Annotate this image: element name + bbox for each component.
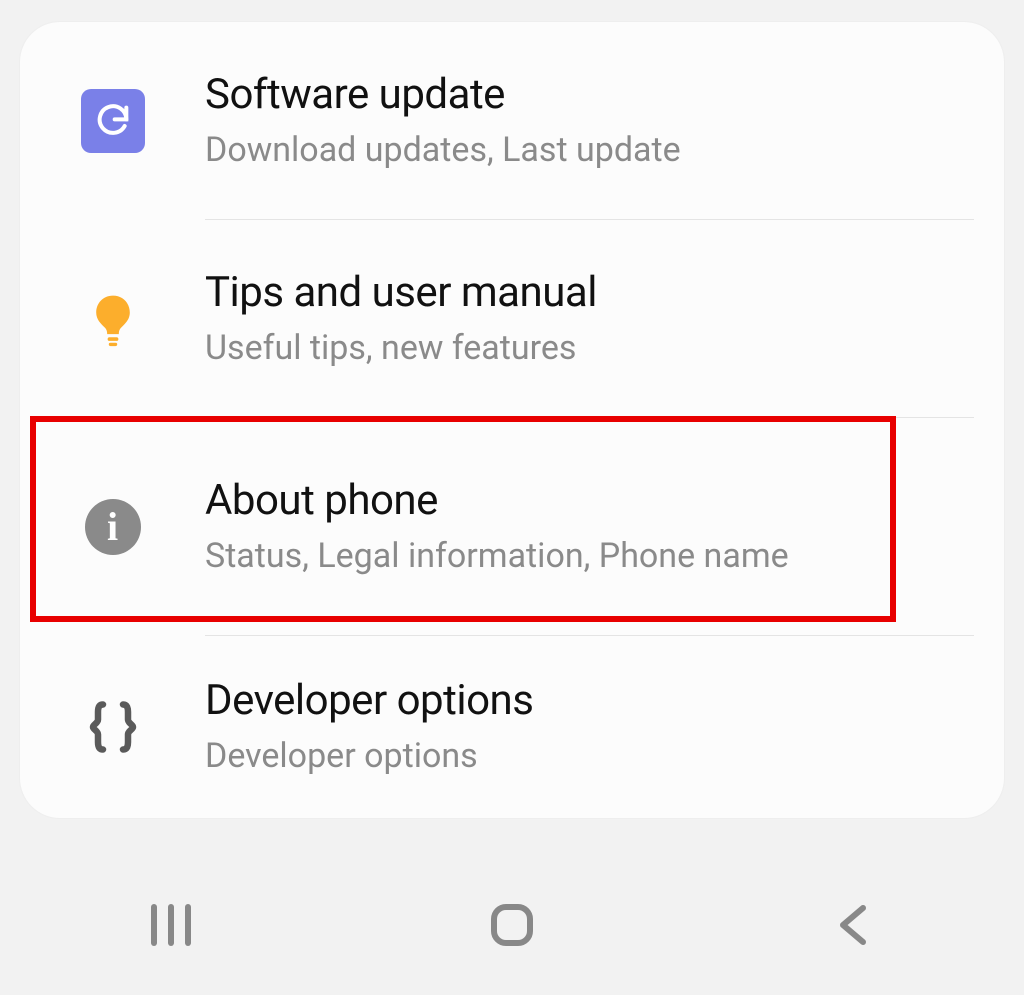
item-title: Software update xyxy=(205,71,964,119)
info-icon: i xyxy=(85,499,141,555)
item-title: Developer options xyxy=(205,677,964,725)
item-texts: Software update Download updates, Last u… xyxy=(205,71,1004,170)
item-subtitle: Download updates, Last update xyxy=(205,130,964,171)
settings-item-developer-options[interactable]: Developer options Developer options xyxy=(20,636,1004,818)
icon-wrap xyxy=(20,291,205,347)
settings-item-software-update[interactable]: Software update Download updates, Last u… xyxy=(20,22,1004,220)
braces-icon xyxy=(83,697,143,757)
item-texts: Tips and user manual Useful tips, new fe… xyxy=(205,269,1004,368)
settings-card: Software update Download updates, Last u… xyxy=(20,22,1004,818)
item-title: Tips and user manual xyxy=(205,269,964,317)
item-title: About phone xyxy=(205,477,964,525)
recent-apps-icon xyxy=(146,903,196,947)
icon-wrap xyxy=(20,89,205,153)
nav-recent-apps-button[interactable] xyxy=(131,895,211,955)
nav-back-button[interactable] xyxy=(813,895,893,955)
item-texts: Developer options Developer options xyxy=(205,677,1004,776)
item-subtitle: Developer options xyxy=(205,736,964,777)
item-subtitle: Status, Legal information, Phone name xyxy=(205,536,964,577)
settings-item-about-phone[interactable]: i About phone Status, Legal information,… xyxy=(20,418,1004,636)
home-icon xyxy=(489,902,535,948)
icon-wrap: i xyxy=(20,499,205,555)
refresh-icon xyxy=(81,89,145,153)
lightbulb-icon xyxy=(85,291,141,347)
item-texts: About phone Status, Legal information, P… xyxy=(205,477,1004,576)
android-navbar xyxy=(0,885,1024,965)
settings-item-tips[interactable]: Tips and user manual Useful tips, new fe… xyxy=(20,220,1004,418)
icon-wrap xyxy=(20,697,205,757)
item-subtitle: Useful tips, new features xyxy=(205,328,964,369)
nav-home-button[interactable] xyxy=(472,895,552,955)
back-icon xyxy=(833,902,873,948)
